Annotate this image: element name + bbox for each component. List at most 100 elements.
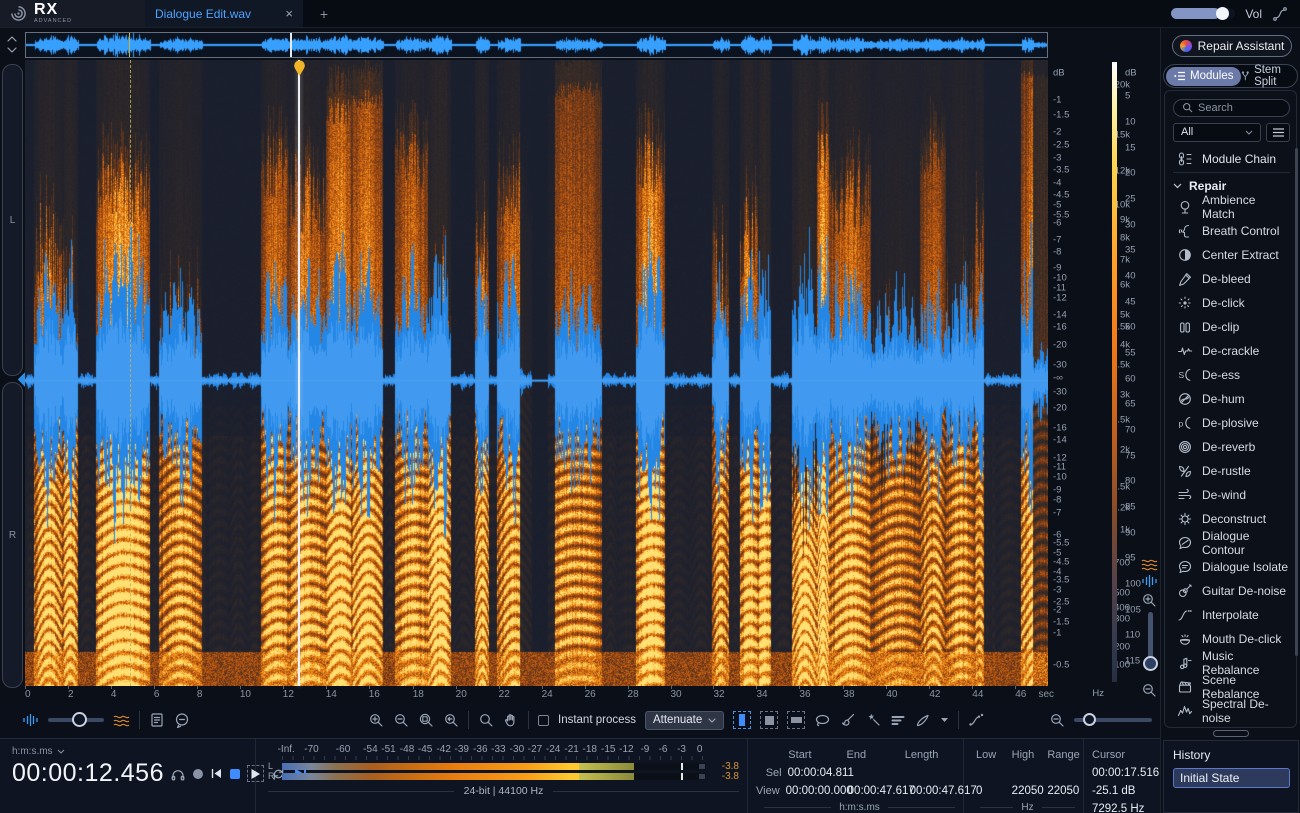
horizontal-zoom-thumb[interactable]	[1083, 713, 1096, 726]
module-item-de-crackle[interactable]: De-crackle	[1173, 339, 1290, 363]
module-item-ambience-match[interactable]: Ambience Match	[1173, 195, 1290, 219]
zoom-selection-icon[interactable]	[418, 712, 434, 728]
meter-peak-value-right[interactable]: -3.8	[711, 771, 739, 782]
waveform-blend-icon[interactable]	[22, 713, 39, 727]
freq-low-value[interactable]: 0	[976, 785, 1012, 797]
module-item-dialogue-isolate[interactable]: Dialogue Isolate	[1173, 555, 1290, 579]
blend-slider-thumb[interactable]	[72, 712, 87, 727]
session-notes-icon[interactable]	[149, 712, 165, 728]
meter-bar-left[interactable]	[282, 763, 706, 770]
magic-wand-tool-icon[interactable]	[865, 712, 881, 728]
module-item-de-click[interactable]: De-click	[1173, 291, 1290, 315]
zoom-out-icon[interactable]	[393, 712, 409, 728]
waveform-view-icon[interactable]	[1141, 574, 1158, 588]
spectrogram-canvas[interactable]	[25, 60, 1048, 686]
time-frequency-selection-tool[interactable]	[760, 711, 778, 729]
repair-assistant-button[interactable]: Repair Assistant	[1172, 35, 1292, 57]
overview-selection-marker	[129, 33, 130, 57]
module-item-deconstruct[interactable]: Deconstruct	[1173, 507, 1290, 531]
freq-high-value[interactable]: 22050	[1012, 785, 1048, 797]
overview-playhead[interactable]	[290, 33, 292, 57]
volume-slider[interactable]	[1171, 8, 1235, 19]
module-item-de-ess[interactable]: SDe-ess	[1173, 363, 1290, 387]
spectrogram-blend-icon[interactable]	[113, 714, 130, 727]
module-search-field[interactable]: Search	[1173, 99, 1290, 117]
spectrogram-view-icon[interactable]	[1141, 558, 1158, 571]
tab-stem-split[interactable]: Stem Split	[1241, 64, 1295, 88]
horizontal-zoom-slider[interactable]	[1074, 718, 1152, 722]
module-item-center-extract[interactable]: Center Extract	[1173, 243, 1290, 267]
tick-label: 115	[1125, 655, 1140, 666]
module-item-de-rustle[interactable]: De-rustle	[1173, 459, 1290, 483]
selection-feather-icon[interactable]	[890, 713, 906, 728]
freq-range-value[interactable]: 22050	[1047, 785, 1083, 797]
spectrogram-view[interactable]	[25, 60, 1048, 686]
playhead-pin-icon[interactable]	[293, 60, 306, 77]
lasso-tool-icon[interactable]	[814, 713, 831, 728]
selection-start-value[interactable]: 00:00:04.811	[788, 767, 850, 779]
module-item-spectral-de-noise[interactable]: Spectral De-noise	[1173, 699, 1290, 723]
channel-selector-right[interactable]: R	[2, 382, 23, 688]
record-button[interactable]	[193, 769, 203, 779]
zoom-in-vertical-icon[interactable]	[1141, 592, 1157, 608]
module-list-scrollbar[interactable]	[1295, 148, 1298, 656]
tool-dropdown-icon[interactable]	[940, 717, 949, 723]
wave-spec-blend-slider[interactable]	[48, 718, 104, 722]
overview-canvas[interactable]	[26, 33, 1047, 57]
zoom-out-time-icon[interactable]	[1049, 712, 1065, 728]
vertical-zoom-thumb[interactable]	[1143, 656, 1158, 671]
overview-waveform[interactable]	[25, 32, 1048, 58]
overview-height-stepper[interactable]	[3, 33, 21, 57]
view-start-value[interactable]: 00:00:00.000	[786, 785, 848, 797]
instant-process-checkbox[interactable]	[538, 715, 549, 726]
history-item-initial-state[interactable]: Initial State	[1173, 768, 1290, 788]
stop-button[interactable]	[230, 769, 240, 779]
brush-tool-icon[interactable]	[840, 712, 856, 728]
module-item-music-rebalance[interactable]: Music Rebalance	[1173, 651, 1290, 675]
meter-bar-right[interactable]	[282, 773, 706, 780]
tab-close-icon[interactable]: ×	[285, 6, 293, 21]
module-item-de-bleed[interactable]: De-bleed	[1173, 267, 1290, 291]
tick-label: -14	[1053, 309, 1067, 320]
module-item-guitar-de-noise[interactable]: Guitar De-noise	[1173, 579, 1290, 603]
process-mode-select[interactable]: Attenuate	[645, 711, 724, 730]
magnify-tool-icon[interactable]	[478, 712, 494, 728]
vertical-zoom-slider[interactable]	[1148, 612, 1153, 664]
time-format-dropdown-icon[interactable]	[57, 749, 65, 754]
module-item-de-hum[interactable]: De-hum	[1173, 387, 1290, 411]
module-item-scene-rebalance[interactable]: Scene Rebalance	[1173, 675, 1290, 699]
time-format-label[interactable]: h:m:s.ms	[12, 746, 53, 757]
playhead-line[interactable]	[298, 60, 300, 686]
module-item-interpolate[interactable]: Interpolate	[1173, 603, 1290, 627]
io-routing-icon[interactable]	[1272, 6, 1288, 22]
module-item-de-reverb[interactable]: De-reverb	[1173, 435, 1290, 459]
panel-menu-button[interactable]	[1266, 123, 1290, 142]
module-item-de-clip[interactable]: De-clip	[1173, 315, 1290, 339]
view-end-value[interactable]: 00:00:47.617	[848, 785, 910, 797]
panel-resize-handle[interactable]	[1213, 730, 1249, 737]
module-item-breath-control[interactable]: Breath Control	[1173, 219, 1290, 243]
curve-edit-tool-icon[interactable]	[968, 712, 985, 728]
view-length-value[interactable]: 00:00:47.617	[910, 785, 972, 797]
monitor-headphones-icon[interactable]	[170, 766, 186, 782]
category-filter-select[interactable]: All	[1173, 123, 1261, 142]
comment-icon[interactable]	[174, 712, 190, 728]
zoom-in-icon[interactable]	[368, 712, 384, 728]
module-item-dialogue-contour[interactable]: Dialogue Contour	[1173, 531, 1290, 555]
zoom-out-vertical-icon[interactable]	[1141, 682, 1157, 698]
file-tab[interactable]: Dialogue Edit.wav ×	[145, 0, 303, 27]
frequency-selection-tool[interactable]	[787, 711, 805, 729]
volume-slider-thumb[interactable]	[1216, 7, 1229, 20]
tab-modules[interactable]: Modules	[1166, 67, 1241, 86]
time-selection-tool[interactable]	[733, 711, 751, 729]
channel-selector-left[interactable]: L	[2, 64, 23, 376]
new-tab-button[interactable]: +	[303, 0, 345, 27]
module-item-de-plosive[interactable]: pDe-plosive	[1173, 411, 1290, 435]
draw-tool-icon[interactable]	[915, 713, 931, 728]
module-chain-item[interactable]: Module Chain	[1173, 149, 1290, 168]
module-item-de-wind[interactable]: De-wind	[1173, 483, 1290, 507]
module-item-mouth-de-click[interactable]: Mouth De-click	[1173, 627, 1290, 651]
zoom-reset-icon[interactable]	[443, 712, 459, 728]
hand-tool-icon[interactable]	[503, 712, 519, 728]
go-to-start-button[interactable]	[210, 767, 223, 780]
